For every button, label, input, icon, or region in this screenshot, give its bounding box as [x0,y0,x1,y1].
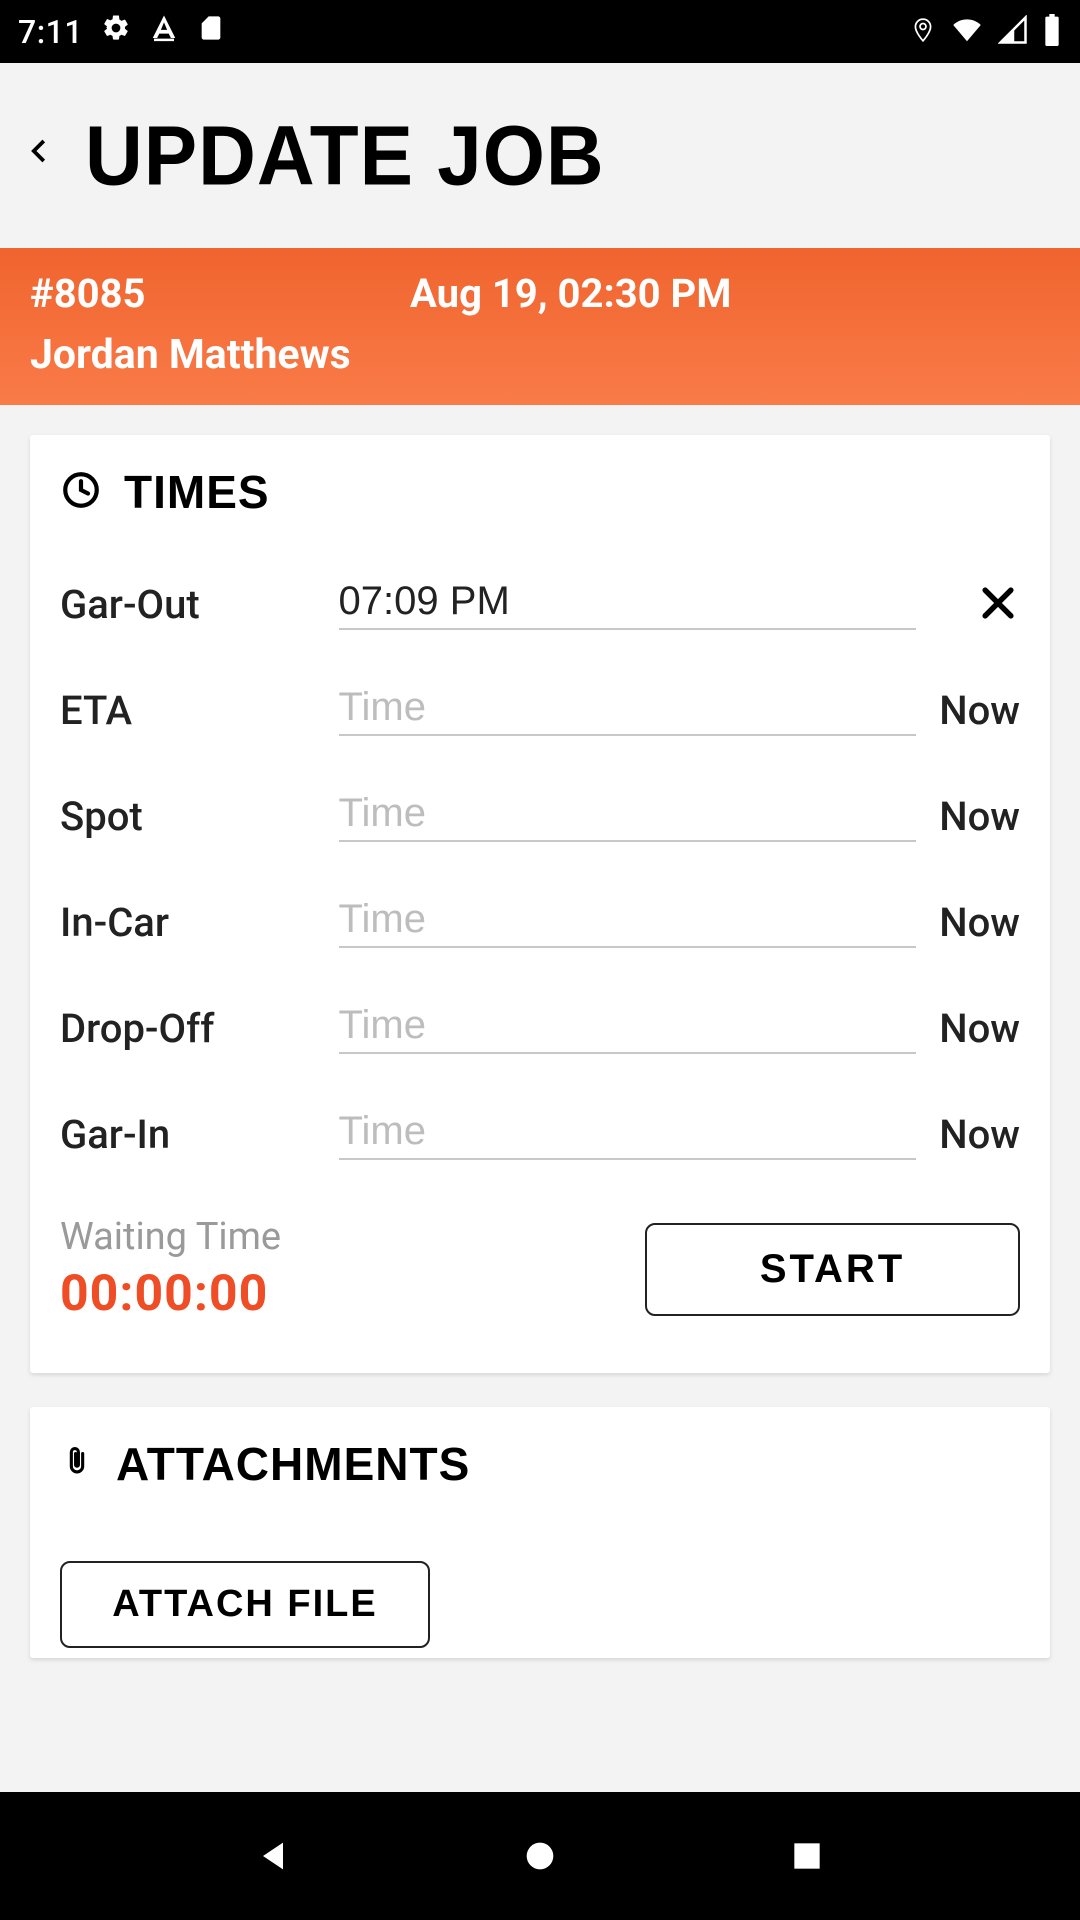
android-status-bar: 7:11 [0,0,1080,63]
time-input-wrap[interactable] [339,579,916,630]
attachments-card-header: ATTACHMENTS [60,1437,1020,1491]
times-card-title: TIMES [124,465,270,519]
time-input-wrap[interactable] [339,791,916,842]
page-title-wrap: UPDATE JOB [85,116,605,196]
times-card-header: TIMES [60,465,1020,519]
close-icon [976,581,1020,629]
clear-button-gar-out[interactable] [916,581,1020,629]
start-button[interactable]: START [645,1223,1020,1316]
attach-file-button[interactable]: ATTACH FILE [60,1561,430,1648]
time-row-spot: Spot Now [60,791,1020,842]
back-icon[interactable] [25,129,55,183]
attachments-card-title: ATTACHMENTS [116,1437,470,1491]
gear-icon [101,13,131,51]
status-time: 7:11 [18,13,83,51]
time-input-wrap[interactable] [339,685,916,736]
status-left-group: 7:11 [18,13,225,51]
time-input-gar-out[interactable] [339,579,916,624]
cell-signal-icon [998,15,1028,49]
time-label-spot: Spot [60,793,339,840]
wifi-icon [950,15,984,49]
time-input-drop-off[interactable] [339,1003,916,1048]
job-datetime: Aug 19, 02:30 PM [410,270,731,317]
job-id: #8085 [30,270,410,317]
paperclip-icon [60,1440,94,1488]
job-customer-name: Jordan Matthews [30,331,1050,379]
nav-recents-button[interactable] [783,1832,831,1880]
attachments-card: ATTACHMENTS ATTACH FILE [30,1407,1050,1658]
page-title: UPDATE JOB [85,114,605,198]
now-button-gar-in[interactable]: Now [916,1111,1020,1158]
time-row-gar-in: Gar-In Now [60,1109,1020,1160]
font-a-icon [149,13,179,51]
time-input-wrap[interactable] [339,1109,916,1160]
time-input-spot[interactable] [339,791,916,836]
now-button-eta[interactable]: Now [916,687,1020,734]
time-row-eta: ETA Now [60,685,1020,736]
time-label-eta: ETA [60,687,339,734]
time-input-eta[interactable] [339,685,916,730]
android-nav-bar [0,1792,1080,1920]
waiting-time-row: Waiting Time 00:00:00 START [60,1215,1020,1323]
sd-card-icon [197,13,225,51]
main-content: TIMES Gar-Out ETA Now Spot [0,405,1080,1722]
nav-back-button[interactable] [249,1832,297,1880]
waiting-time-value: 00:00:00 [60,1265,281,1323]
time-label-gar-in: Gar-In [60,1111,339,1158]
now-button-drop-off[interactable]: Now [916,1005,1020,1052]
time-input-in-car[interactable] [339,897,916,942]
time-input-wrap[interactable] [339,1003,916,1054]
time-row-gar-out: Gar-Out [60,579,1020,630]
times-card: TIMES Gar-Out ETA Now Spot [30,435,1050,1373]
battery-icon [1042,14,1062,50]
time-row-drop-off: Drop-Off Now [60,1003,1020,1054]
waiting-time-label: Waiting Time [60,1215,281,1259]
job-banner: #8085 Aug 19, 02:30 PM Jordan Matthews [0,248,1080,405]
now-button-in-car[interactable]: Now [916,899,1020,946]
now-button-spot[interactable]: Now [916,793,1020,840]
time-input-gar-in[interactable] [339,1109,916,1154]
time-row-in-car: In-Car Now [60,897,1020,948]
status-right-group [910,14,1062,50]
nav-home-button[interactable] [516,1832,564,1880]
clock-icon [60,469,102,515]
location-pin-icon [910,15,936,49]
app-header: UPDATE JOB [0,63,1080,248]
time-input-wrap[interactable] [339,897,916,948]
time-label-gar-out: Gar-Out [60,581,339,628]
time-label-in-car: In-Car [60,899,339,946]
time-label-drop-off: Drop-Off [60,1005,339,1052]
